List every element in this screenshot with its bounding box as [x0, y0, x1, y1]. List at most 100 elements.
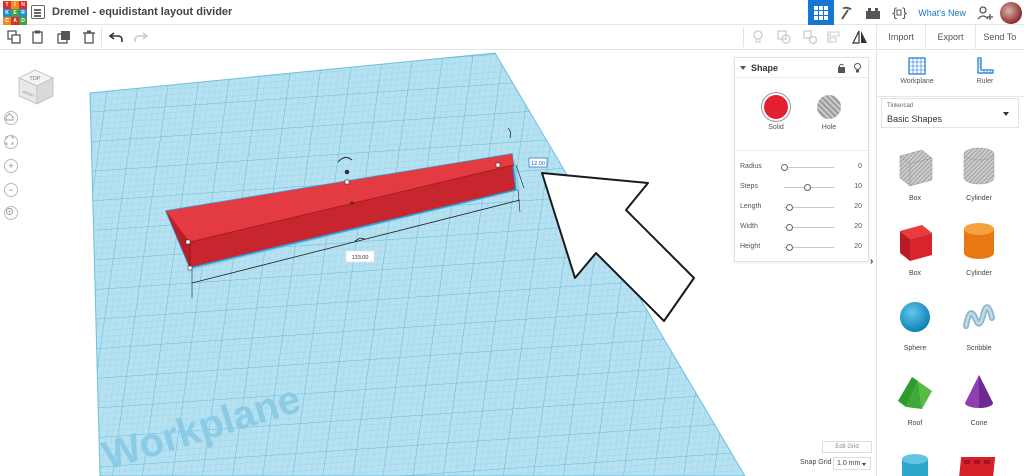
minus-icon: − [8, 185, 14, 195]
logo-letter: T [3, 1, 11, 9]
mirror-button[interactable] [852, 29, 868, 45]
sphere-icon [900, 302, 930, 332]
shape-roof[interactable]: Roof [890, 371, 940, 427]
logo-letter: C [3, 17, 11, 25]
param-value[interactable]: 20 [854, 203, 862, 210]
fit-view-icon [5, 136, 14, 145]
param-row-radius: Radius 0 [740, 161, 862, 173]
whats-new-link[interactable]: What's New [912, 8, 972, 18]
collapse-caret-icon[interactable] [740, 66, 746, 70]
shape-label: Box [908, 270, 922, 277]
param-row-steps: Steps 10 [740, 181, 862, 193]
copy-button[interactable] [6, 29, 22, 45]
param-label: Length [740, 203, 762, 210]
tinkercad-editor: T I N K E R C A D Dremel - equidistant l… [0, 0, 1024, 476]
shape-cylinder-hole[interactable]: Cylinder [954, 146, 1004, 202]
shape-cylinder-partial[interactable] [890, 449, 940, 476]
snap-grid-select[interactable]: 1.0 mm [833, 457, 871, 470]
bricks-button[interactable] [860, 0, 886, 25]
top-bar: T I N K E R C A D Dremel - equidistant l… [0, 0, 1024, 25]
shape-label: Cylinder [966, 270, 992, 277]
align-button[interactable] [826, 29, 842, 45]
import-button[interactable]: Import [876, 25, 925, 49]
param-slider-knob[interactable] [781, 164, 788, 171]
3d-view-button[interactable] [808, 0, 835, 25]
lightbulb-icon [753, 30, 763, 43]
send-to-button[interactable]: Send To [974, 25, 1024, 49]
edit-grid-button[interactable]: Edit Grid [822, 441, 872, 453]
codeblocks-button[interactable]: {} [886, 0, 912, 25]
undo-button[interactable] [108, 29, 124, 45]
workplane-grid-icon [908, 57, 926, 75]
param-slider-knob[interactable] [803, 184, 811, 191]
param-slider-knob[interactable] [786, 244, 793, 251]
group-button[interactable] [776, 29, 792, 45]
home-view-button[interactable] [4, 111, 18, 125]
ruler-tool[interactable]: Ruler [955, 57, 1015, 85]
shape-category-select[interactable]: Tinkercad Basic Shapes [881, 98, 1019, 128]
bricks-icon [866, 7, 881, 19]
pickaxe-icon [841, 6, 853, 20]
shape-text-partial[interactable] [954, 449, 1004, 476]
toolbar-divider [101, 28, 102, 47]
workplane-tool[interactable]: Workplane [887, 57, 947, 85]
svg-text:}: } [901, 6, 908, 20]
add-user-icon [977, 5, 993, 20]
user-avatar[interactable] [1000, 1, 1022, 24]
add-user-button[interactable] [972, 0, 998, 25]
param-value[interactable]: 20 [854, 223, 862, 230]
param-label: Width [740, 223, 758, 230]
shape-inspector-header[interactable]: Shape [735, 58, 868, 78]
param-value[interactable]: 20 [854, 243, 862, 250]
param-slider-knob[interactable] [786, 204, 793, 211]
param-value[interactable]: 10 [854, 183, 862, 190]
blocks-button[interactable] [834, 0, 860, 25]
delete-button[interactable] [81, 29, 97, 45]
param-label: Height [740, 243, 761, 250]
duplicate-button[interactable] [56, 29, 72, 45]
ortho-view-button[interactable] [4, 206, 18, 220]
param-slider-track[interactable] [784, 167, 834, 168]
resize-handle[interactable] [344, 179, 350, 185]
length-label: 133.00 [352, 255, 369, 261]
undo-icon [109, 32, 123, 42]
shape-cylinder[interactable]: Cylinder [954, 221, 1004, 277]
box-hole-icon [899, 149, 933, 187]
align-icon [827, 31, 840, 43]
shape-box[interactable]: Box [890, 221, 940, 277]
lock-icon[interactable] [837, 63, 846, 75]
shape-inspector: Shape Solid Hole Radius 0 Steps 10 Length 20 W… [734, 57, 869, 262]
shape-scribble[interactable]: Scribble [954, 296, 1004, 352]
logo-letter: K [3, 9, 11, 17]
resize-handle[interactable] [185, 239, 191, 245]
ungroup-button[interactable] [802, 29, 818, 45]
shape-box-hole[interactable]: Box [890, 146, 940, 202]
shape-sphere[interactable]: Sphere [890, 296, 940, 352]
resize-handle[interactable] [187, 265, 193, 271]
shape-label: Roof [907, 420, 923, 427]
tinkercad-logo[interactable]: T I N K E R C A D [3, 1, 27, 25]
view-cube[interactable]: TOP FRONT [15, 66, 57, 108]
top-right-controls: {} What's New [808, 0, 1024, 25]
library-category: Basic Shapes [887, 114, 943, 124]
logo-letter: E [11, 9, 19, 17]
param-value[interactable]: 0 [858, 163, 862, 170]
export-button[interactable]: Export [925, 25, 974, 49]
design-title[interactable]: Dremel - equidistant layout divider [52, 6, 232, 18]
resize-handle[interactable] [495, 162, 501, 168]
solid-color-swatch[interactable] [764, 95, 788, 119]
design-list-icon[interactable] [31, 5, 45, 19]
shape-label: Cylinder [966, 195, 992, 202]
snap-grid-label: Snap Grid [800, 459, 832, 466]
height-handle[interactable] [344, 169, 350, 175]
param-slider-knob[interactable] [786, 224, 793, 231]
hole-swatch[interactable] [817, 95, 841, 119]
paste-button[interactable] [30, 29, 46, 45]
lightbulb-icon[interactable] [853, 63, 862, 75]
zoom-out-button[interactable]: − [4, 183, 18, 197]
shape-cone[interactable]: Cone [954, 371, 1004, 427]
redo-button[interactable] [133, 29, 149, 45]
note-button[interactable] [750, 29, 766, 45]
zoom-in-button[interactable]: + [4, 159, 18, 173]
fit-view-button[interactable] [4, 135, 18, 149]
